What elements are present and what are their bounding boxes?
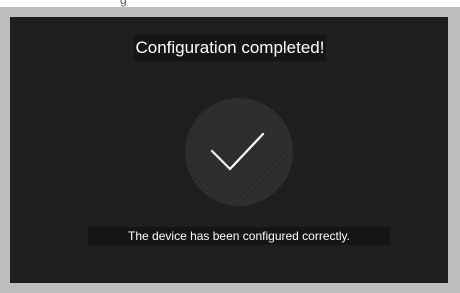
- device-frame: Configuration completed! The device has …: [0, 7, 460, 293]
- screen: Configuration completed! The device has …: [10, 17, 448, 283]
- page-title: Configuration completed!: [134, 35, 326, 61]
- success-circle: [185, 98, 293, 206]
- top-partial-text: g: [120, 0, 127, 7]
- checkmark-icon: [185, 98, 293, 206]
- status-message: The device has been configured correctly…: [88, 227, 390, 245]
- top-strip: g: [0, 0, 460, 7]
